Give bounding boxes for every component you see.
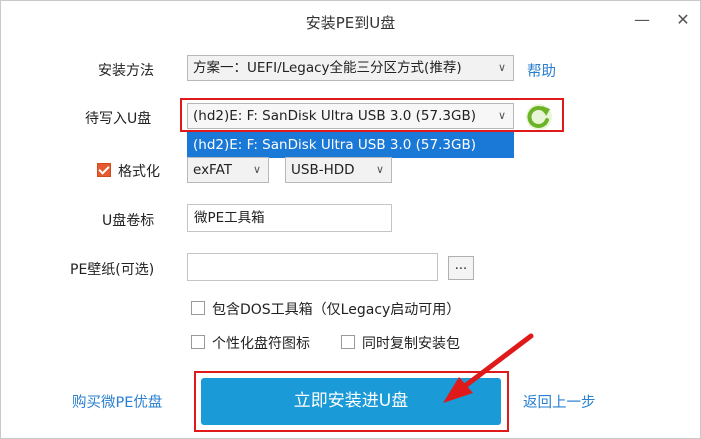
- close-button[interactable]: ✕: [668, 7, 698, 33]
- format-checkbox[interactable]: [97, 163, 111, 177]
- target-disk-label: 待写入U盘: [85, 111, 152, 127]
- include-dos-label: 包含DOS工具箱（仅Legacy启动可用）: [212, 302, 461, 318]
- red-arrow-annotation: [443, 333, 534, 403]
- boot-mode-select[interactable]: USB-HDD ∨: [285, 157, 392, 183]
- volume-label-label: U盘卷标: [102, 213, 155, 229]
- filesystem-select[interactable]: exFAT ∨: [187, 157, 269, 183]
- boot-mode-value: USB-HDD: [291, 162, 355, 178]
- chevron-down-icon: ∨: [375, 163, 385, 176]
- filesystem-value: exFAT: [193, 162, 233, 178]
- install-method-select[interactable]: 方案一：UEFI/Legacy全能三分区方式(推荐) ∨: [187, 55, 514, 81]
- installer-window: 安装PE到U盘 — ✕ 安装方法 方案一：UEFI/Legacy全能三分区方式(…: [0, 0, 701, 439]
- chevron-down-icon: ∨: [497, 61, 507, 74]
- title-bar: 安装PE到U盘 — ✕: [1, 1, 700, 43]
- install-method-value: 方案一：UEFI/Legacy全能三分区方式(推荐): [193, 60, 462, 76]
- window-title: 安装PE到U盘: [305, 14, 396, 32]
- include-dos-checkbox[interactable]: [191, 301, 205, 315]
- install-method-label: 安装方法: [98, 63, 154, 79]
- volume-label-input[interactable]: 微PE工具箱: [187, 204, 392, 232]
- target-disk-dropdown-option[interactable]: (hd2)E: F: SanDisk Ultra USB 3.0 (57.3GB…: [187, 132, 514, 158]
- custom-icon-label: 个性化盘符图标: [212, 336, 310, 352]
- browse-button[interactable]: ...: [448, 256, 474, 280]
- wallpaper-label: PE壁纸(可选): [70, 262, 155, 278]
- buy-usb-link[interactable]: 购买微PE优盘: [72, 391, 162, 412]
- format-label: 格式化: [118, 164, 160, 180]
- custom-icon-checkbox[interactable]: [191, 335, 205, 349]
- wallpaper-input[interactable]: [187, 253, 438, 281]
- minimize-button[interactable]: —: [627, 7, 657, 33]
- help-link[interactable]: 帮助: [527, 60, 556, 81]
- chevron-down-icon: ∨: [252, 163, 262, 176]
- copy-installer-checkbox[interactable]: [341, 335, 355, 349]
- highlight-box-disk: [180, 98, 564, 132]
